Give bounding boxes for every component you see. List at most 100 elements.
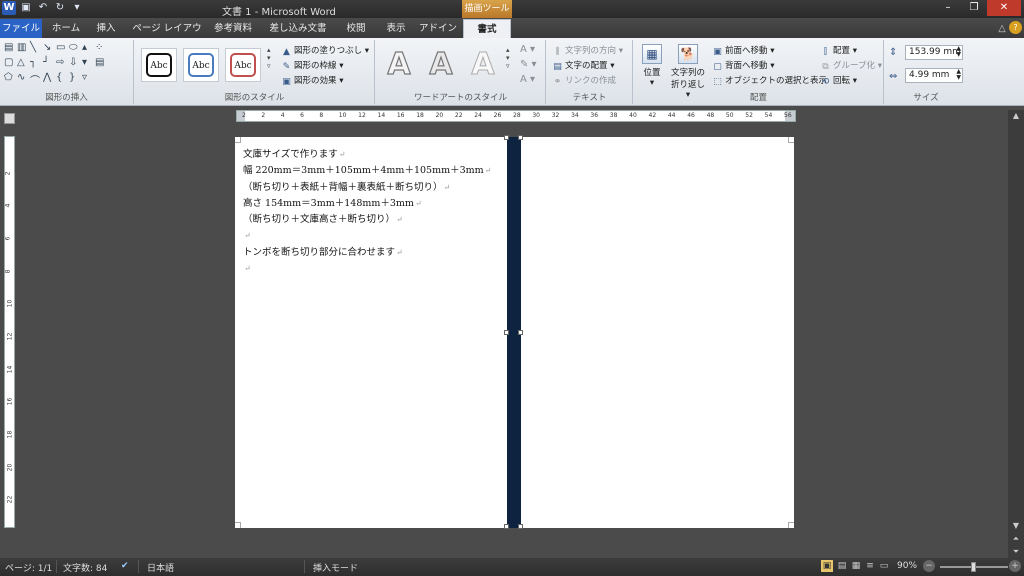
tab-addins[interactable]: アドイン [418,19,458,38]
style-gallery-scroll-icon[interactable]: ▴ ▾ ▿ [267,46,271,70]
right-arrow-shape-icon[interactable]: ⇨ [56,57,68,71]
redo-icon[interactable]: ↻ [53,1,67,15]
tab-page-layout[interactable]: ページ レイアウト [130,19,204,53]
selection-pane-button[interactable]: ⬚ オブジェクトの選択と表示 [712,74,827,87]
down-arrow-shape-icon[interactable]: ⇩ [69,57,81,71]
elbow2-shape-icon[interactable]: ┘ [43,57,55,71]
restore-button[interactable]: ❐ [961,0,987,16]
arc-shape-icon[interactable]: ⌒ [30,72,42,87]
rect-shape-icon[interactable]: ▭ [56,42,68,56]
zoom-slider[interactable] [940,562,1008,572]
wordart-gallery-scroll-icon[interactable]: ▴ ▾ ▿ [506,46,510,70]
group-button[interactable]: ⧉ グループ化 ▾ [820,59,882,72]
textbox-insert-icon[interactable]: ▤ [95,57,107,71]
text-outline-icon[interactable]: ✎ ▾ [520,59,537,70]
align-text-button[interactable]: ▤ 文字の配置 ▾ [552,59,614,72]
send-backward-button[interactable]: ▢ 背面へ移動 ▾ [712,59,774,72]
curve-shape-icon[interactable]: ∿ [17,72,29,86]
triangle-shape-icon[interactable]: △ [17,57,29,71]
scroll-up-icon[interactable]: ▲ [1010,110,1022,122]
pentagon-shape-icon[interactable]: ⬠ [4,72,16,86]
shape-outline-button[interactable]: ✎ 図形の枠線 ▾ [281,59,344,72]
next-page-icon[interactable]: ⏷ [1010,546,1022,558]
rotate-button[interactable]: ⟲ 回転 ▾ [820,74,857,87]
word-app-icon[interactable]: W [2,1,16,15]
tab-insert[interactable]: 挿入 [88,19,124,38]
outline-view-icon[interactable]: ≡ [864,560,876,572]
gallery-more-icon[interactable]: ▿ [82,72,94,86]
text-fill-icon[interactable]: A ▾ [520,44,535,55]
text-effects-icon[interactable]: A ▾ [520,74,535,85]
proofing-icon[interactable]: ✔ [121,561,129,571]
bring-forward-button[interactable]: ▣ 前面へ移動 ▾ [712,44,774,57]
full-screen-view-icon[interactable]: ▤ [836,560,848,572]
vertical-scrollbar[interactable]: ▲ ▼ ⏶ ⏷ [1008,110,1024,558]
scroll-down-icon[interactable]: ▼ [1010,520,1022,532]
tab-home[interactable]: ホーム [48,19,84,38]
create-link-button[interactable]: ⚭ リンクの作成 [552,74,616,87]
document-body-text[interactable]: 文庫サイズで作ります↵ 幅 220mm＝3mm＋105mm＋4mm＋105mm＋… [243,147,491,277]
zoom-level[interactable]: 90% [897,561,917,571]
vtextbox-shape-icon[interactable]: ▥ [17,42,29,56]
prev-page-icon[interactable]: ⏶ [1010,533,1022,545]
chevron-shape-icon[interactable]: ⋀ [43,72,55,86]
tab-selector-button[interactable] [4,113,15,124]
word-count[interactable]: 文字数: 84 [63,561,107,574]
edit-shape-icon[interactable]: ⁘ [95,42,107,56]
undo-icon[interactable]: ↶ [36,1,50,15]
document-page[interactable]: 文庫サイズで作ります↵ 幅 220mm＝3mm＋105mm＋4mm＋105mm＋… [235,135,794,529]
tab-review[interactable]: 校閲 [338,19,374,38]
horizontal-ruler[interactable]: 2 2 4 6 8 10 12 14 16 18 20 22 24 26 28 30 32 34 36 38 40 42 4… [236,110,796,122]
tab-mailings[interactable]: 差し込み文書 [264,19,332,38]
zoom-out-icon[interactable]: − [923,560,935,572]
elbow-shape-icon[interactable]: ┐ [30,57,42,71]
resize-handle-tl[interactable] [504,135,509,140]
wordart-style-2[interactable]: A [422,46,460,84]
oval-shape-icon[interactable]: ⬭ [69,42,81,56]
draft-view-icon[interactable]: ▭ [878,560,890,572]
tab-file[interactable]: ファイル [0,19,42,38]
resize-handle-ml[interactable] [504,330,509,335]
shape-width-field[interactable]: 4.99 mm ▲ ▼ [905,68,963,83]
height-spinner-icon[interactable]: ▲ ▼ [956,46,961,58]
shape-gallery[interactable]: ▤ ▥ ╲ ↘ ▭ ⬭ ▴ ⁘ ▢ △ ┐ ┘ ⇨ ⇩ ▾ ▤ ⬠ ∿ ⌒ ⋀{} ▿ [4,42,107,87]
wordart-style-1[interactable]: A [380,46,418,84]
shape-fill-button[interactable]: ▲ 図形の塗りつぶし ▾ [281,44,369,57]
shape-style-blue[interactable]: Abc [183,48,219,82]
resize-handle-tr[interactable] [518,135,523,140]
language-indicator[interactable]: 日本語 [147,561,174,574]
gallery-up-icon[interactable]: ▴ [82,42,94,56]
wordart-style-3[interactable]: A [464,46,502,84]
resize-handle-bl[interactable] [504,524,509,529]
shape-style-black[interactable]: Abc [141,48,177,82]
roundrect-shape-icon[interactable]: ▢ [4,57,16,71]
tab-format[interactable]: 書式 [463,19,511,38]
brace-right-shape-icon[interactable]: } [69,72,81,86]
tab-view[interactable]: 表示 [378,19,414,38]
shape-effects-button[interactable]: ▣ 図形の効果 ▾ [281,74,343,87]
web-layout-view-icon[interactable]: ▦ [850,560,862,572]
resize-handle-mr[interactable] [518,330,523,335]
print-layout-view-icon[interactable]: ▣ [821,560,833,572]
arrow-line-shape-icon[interactable]: ↘ [43,42,55,56]
minimize-button[interactable]: – [935,0,961,16]
position-button[interactable]: ▦ 位置 ▾ [638,44,666,88]
shape-height-field[interactable]: 153.99 mm ▲ ▼ [905,45,963,60]
save-icon[interactable]: ▣ [19,1,33,15]
zoom-in-icon[interactable]: + [1009,560,1021,572]
textbox-shape-icon[interactable]: ▤ [4,42,16,56]
page-count[interactable]: ページ: 1/1 [5,561,52,574]
help-icon[interactable]: ? [1009,21,1022,34]
insert-mode-indicator[interactable]: 挿入モード [313,561,358,574]
align-button[interactable]: ⫿ 配置 ▾ [820,44,857,57]
vertical-ruler[interactable]: 2 4 6 8 10 12 14 16 18 20 22 [4,136,15,528]
gallery-down-icon[interactable]: ▾ [82,57,94,71]
ribbon-minimize-icon[interactable]: △ [996,19,1008,38]
line-shape-icon[interactable]: ╲ [30,42,42,56]
resize-handle-br[interactable] [518,524,523,529]
qat-customize-icon[interactable]: ▾ [70,1,84,15]
close-button[interactable]: ✕ [987,0,1021,16]
tab-references[interactable]: 参考資料 [208,19,258,38]
text-direction-button[interactable]: ⫼ 文字列の方向 ▾ [552,44,623,57]
shape-style-red[interactable]: Abc [225,48,261,82]
